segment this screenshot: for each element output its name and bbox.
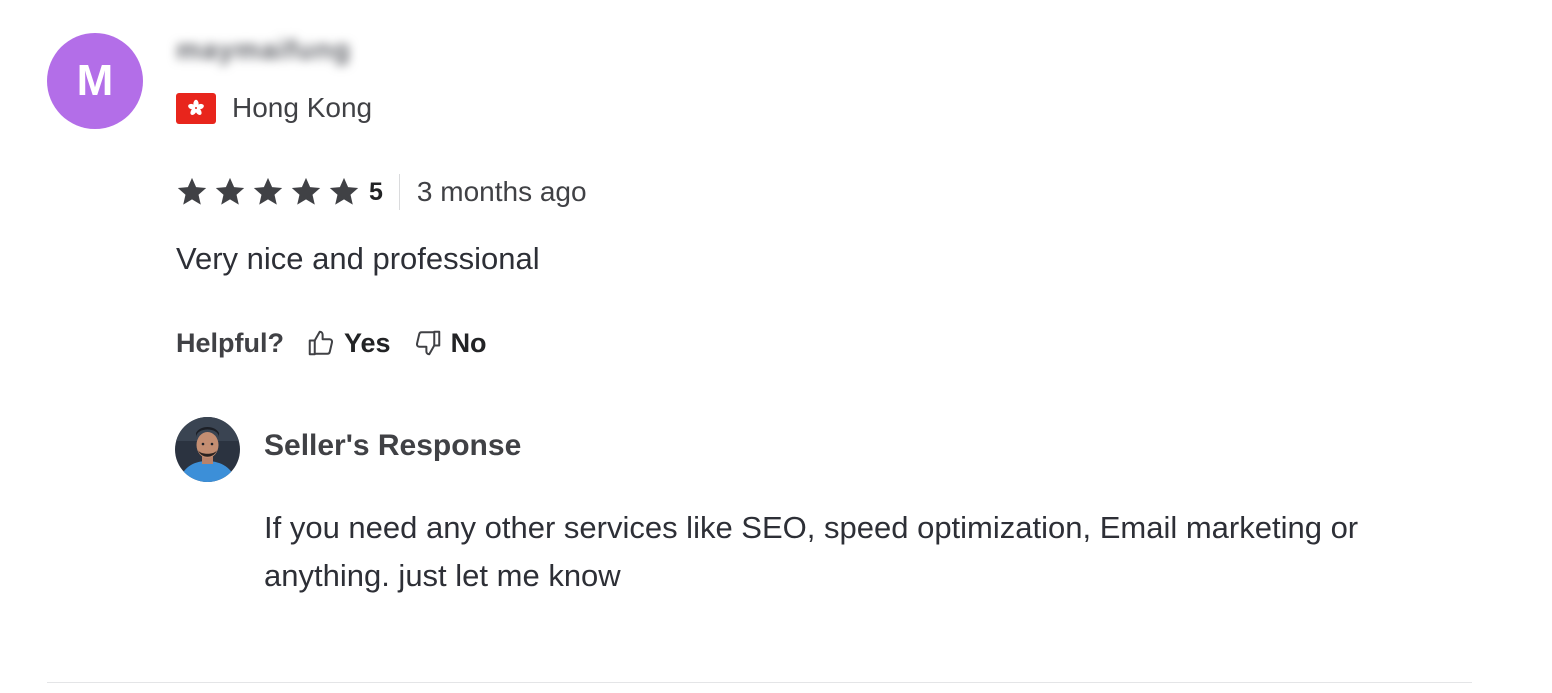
seller-response-text: If you need any other services like SEO,… <box>264 510 1359 593</box>
rating-divider <box>398 174 400 210</box>
country-name: Hong Kong <box>232 92 373 123</box>
helpful-row: Helpful? Yes No <box>176 323 509 363</box>
star-icon <box>291 177 321 205</box>
reviewer-username: maymaifung <box>176 34 351 65</box>
rating-value: 5 <box>369 177 383 206</box>
star-icon <box>177 177 207 205</box>
yes-label: Yes <box>344 327 391 358</box>
avatar-letter: M <box>76 56 114 105</box>
thumbs-down-icon <box>415 330 440 356</box>
star-icon <box>253 177 283 205</box>
helpful-no-button[interactable]: No <box>413 328 487 359</box>
helpful-yes-button[interactable]: Yes <box>306 328 391 359</box>
section-divider <box>47 682 1472 683</box>
star-icon <box>329 177 359 205</box>
star-icon <box>215 177 245 205</box>
review-time: 3 months ago <box>416 176 587 207</box>
review-text: Very nice and professional <box>176 241 540 276</box>
helpful-label: Helpful? <box>176 327 284 358</box>
seller-avatar <box>175 417 240 482</box>
star-rating <box>175 175 365 209</box>
thumbs-up-icon <box>308 330 334 356</box>
reviewer-avatar: M <box>47 33 143 129</box>
rating-row: 5 3 months ago <box>175 172 587 212</box>
no-label: No <box>450 327 487 358</box>
hong-kong-flag-icon <box>176 92 216 124</box>
seller-response-title: Seller's Response <box>264 429 522 462</box>
reviewer-country: Hong Kong <box>176 92 372 124</box>
